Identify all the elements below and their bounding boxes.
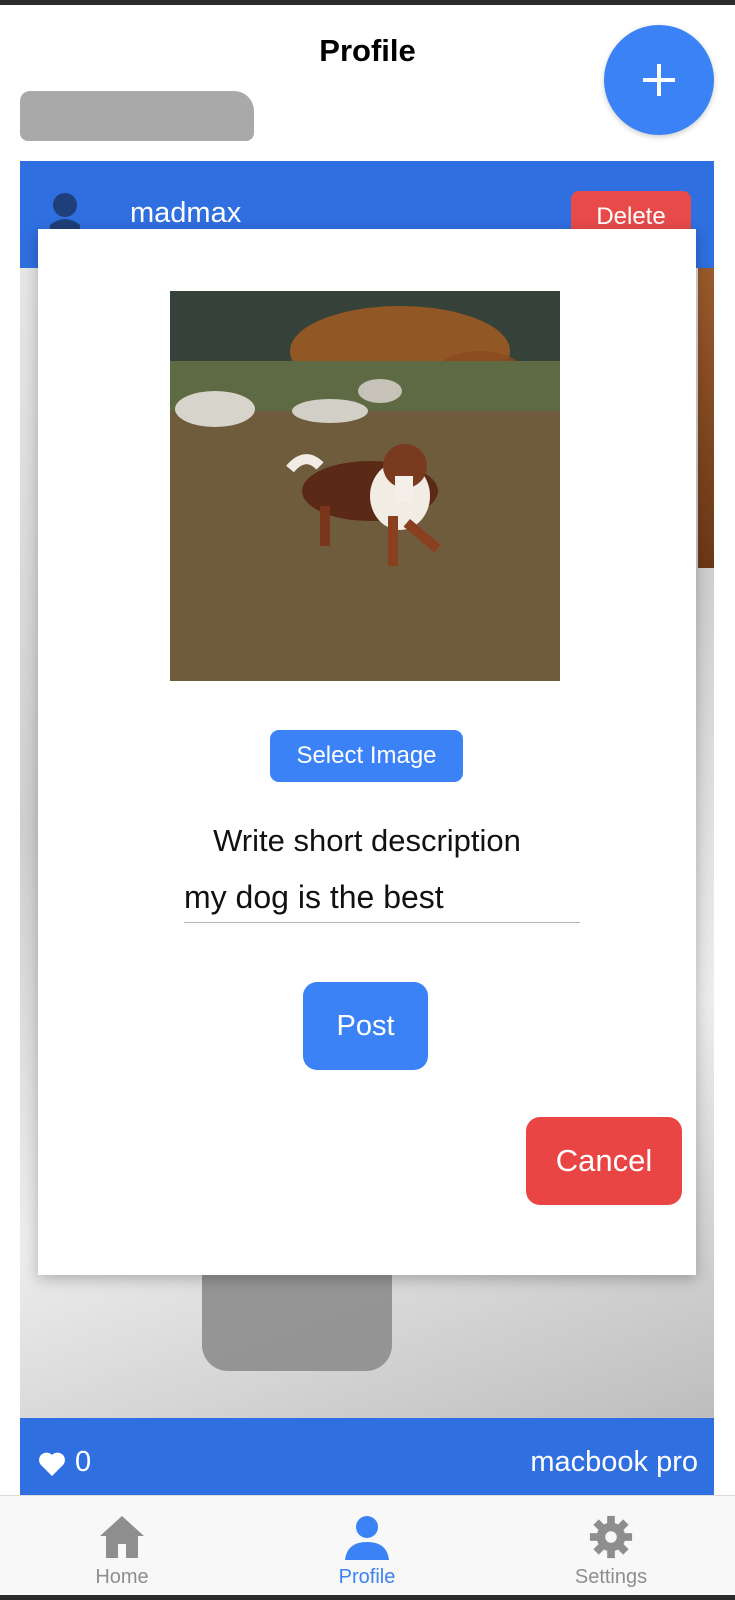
new-post-modal: Select Image Write short description Pos… [38, 229, 696, 1275]
like-count: 0 [75, 1446, 92, 1478]
obscured-text-field [20, 91, 254, 141]
person-icon [345, 1516, 389, 1560]
post-caption: macbook pro [530, 1446, 698, 1478]
tab-home-label: Home [95, 1566, 149, 1588]
tab-home[interactable]: Home [47, 1496, 197, 1595]
tab-profile[interactable]: Profile [292, 1496, 442, 1595]
description-input[interactable] [184, 872, 580, 923]
selected-image-preview [170, 291, 560, 681]
post-image-edge [698, 268, 714, 568]
dog-photo [170, 291, 560, 681]
tab-settings-label: Settings [574, 1566, 648, 1588]
plus-icon [643, 64, 675, 96]
tab-profile-label: Profile [338, 1566, 396, 1588]
tab-bar: Home Profile Settings [0, 1495, 735, 1595]
post-username: madmax [130, 197, 242, 229]
description-label: Write short description [213, 823, 521, 858]
tab-settings[interactable]: Settings [536, 1496, 686, 1595]
gear-icon [589, 1515, 633, 1559]
add-post-button[interactable] [604, 25, 714, 135]
heart-icon[interactable] [38, 1451, 66, 1477]
select-image-button[interactable]: Select Image [270, 730, 463, 782]
home-icon [100, 1516, 144, 1558]
app-screen: Profile madmax Delete 0 macbook pro Sele… [0, 5, 735, 1595]
cancel-button[interactable]: Cancel [526, 1117, 682, 1205]
partially-hidden-text [410, 83, 590, 93]
post-button[interactable]: Post [303, 982, 428, 1070]
